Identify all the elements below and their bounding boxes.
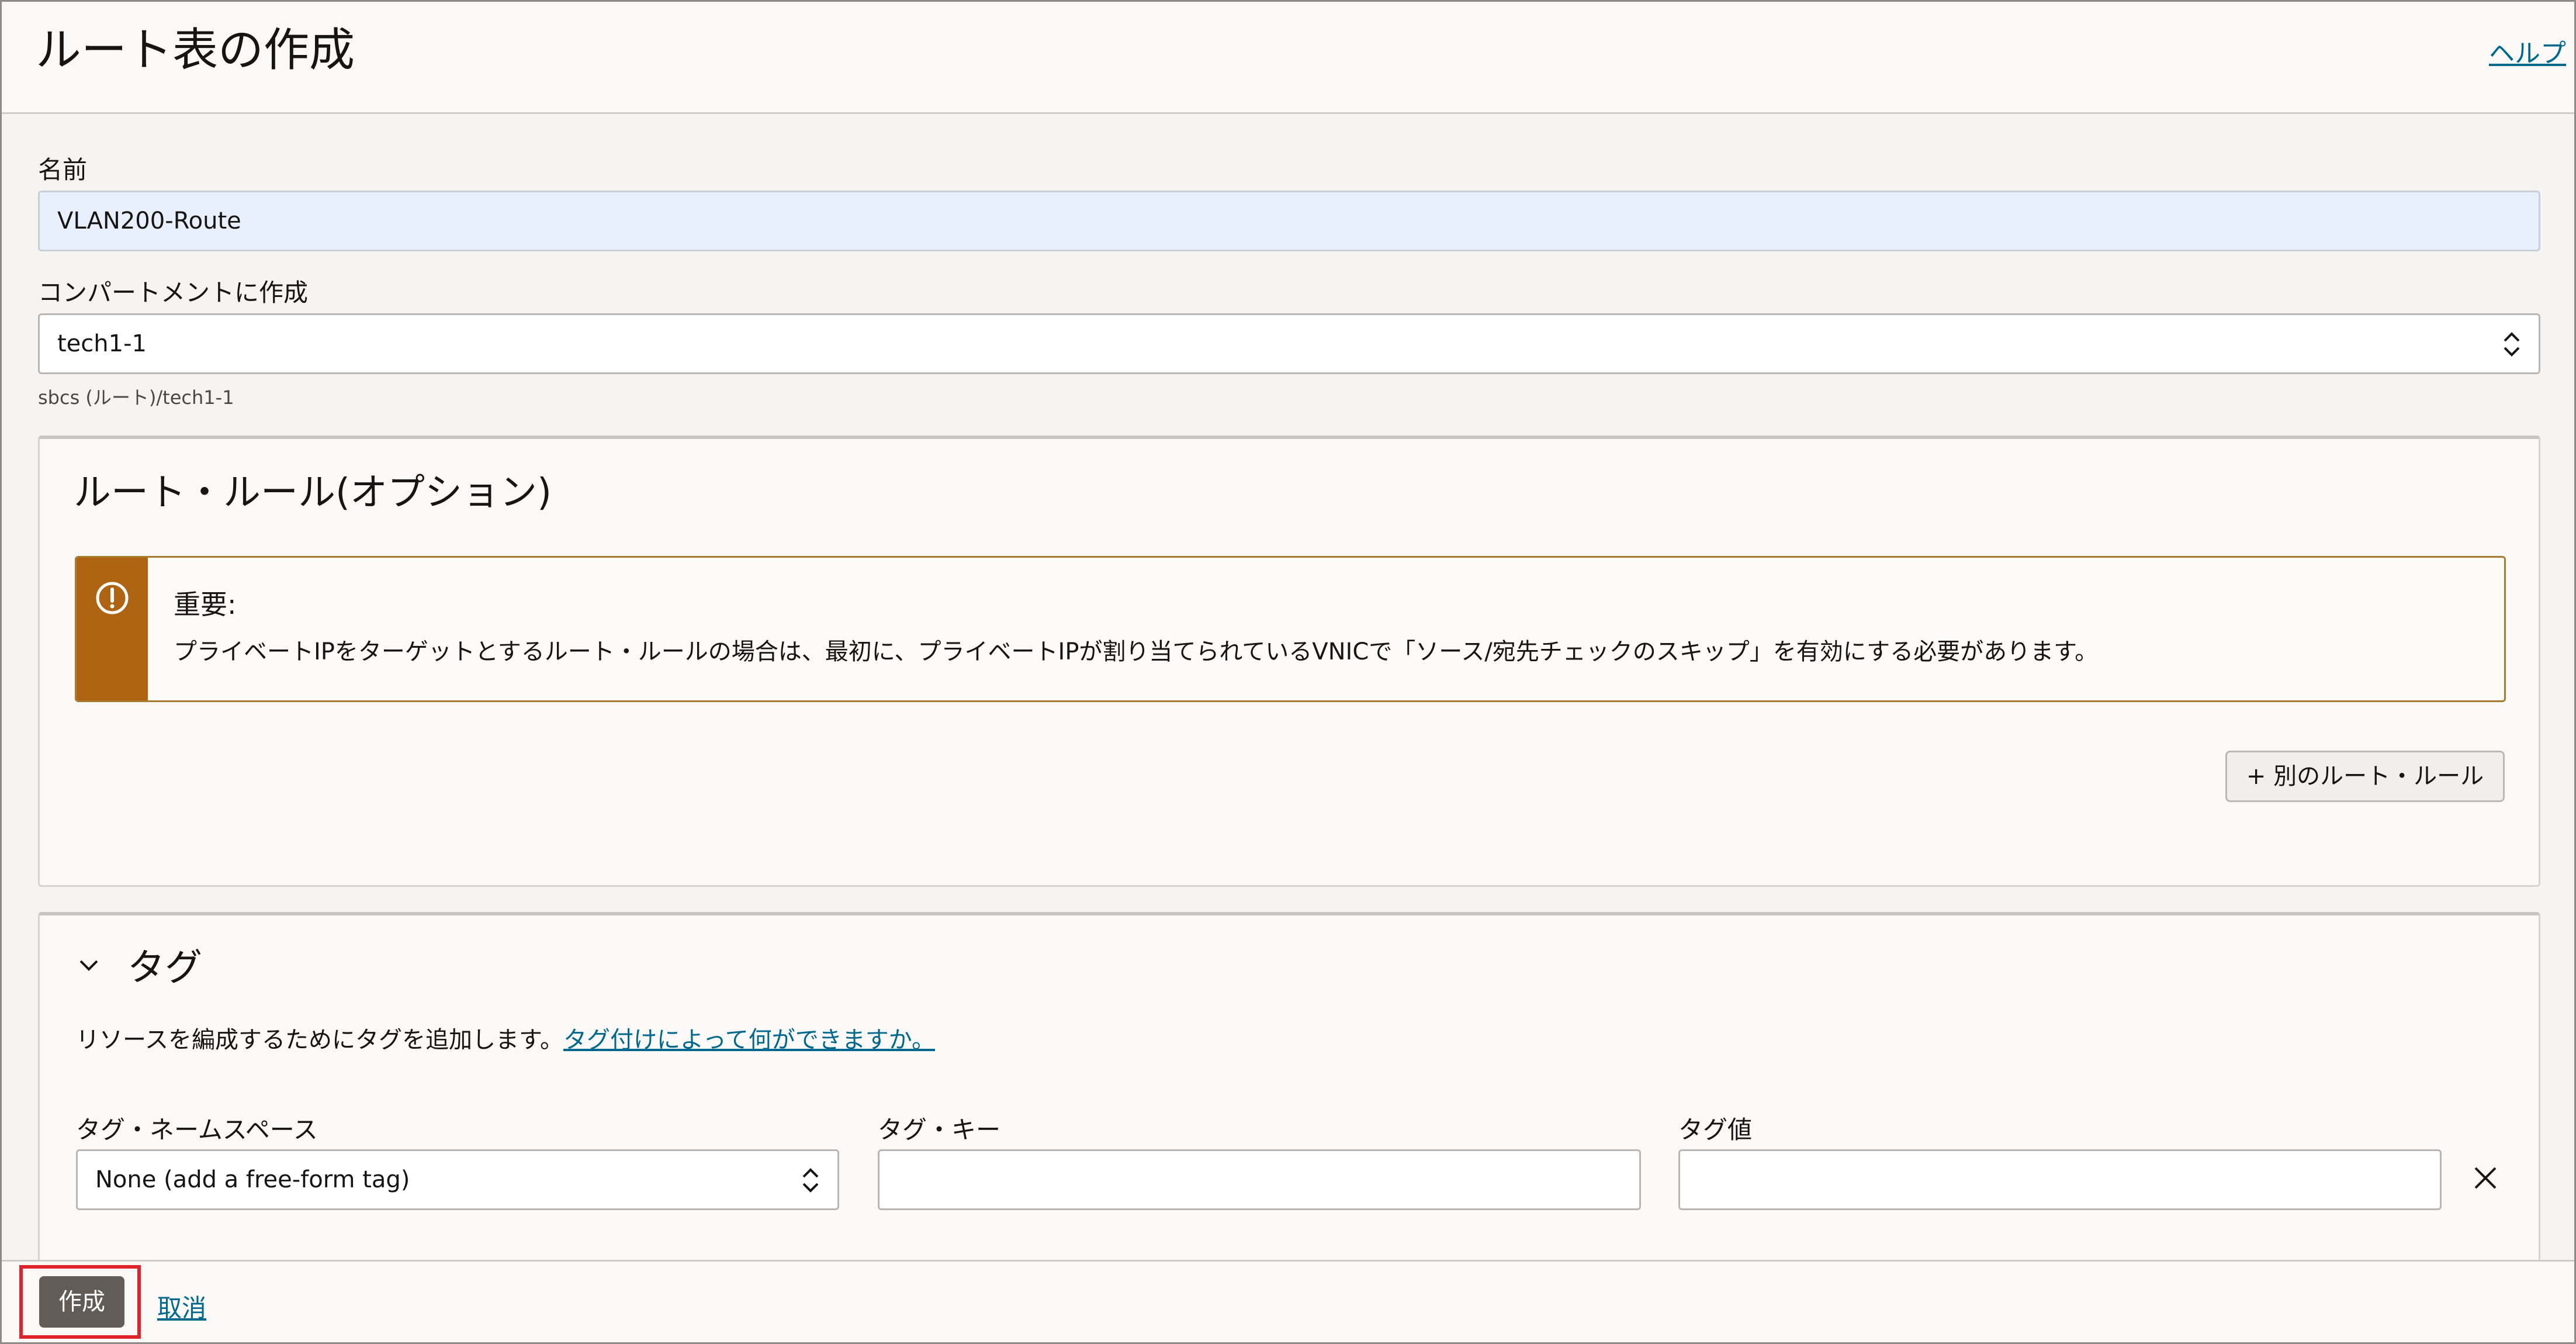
route-rules-section: ルート・ルール(オプション) 重要: プライベートIPをターゲットとするルート・… (38, 436, 2540, 887)
collapse-chevron-icon[interactable] (76, 952, 102, 977)
tag-namespace-value: None (add a free-form tag) (95, 1166, 410, 1193)
route-rules-title: ルート・ルール(オプション) (74, 471, 552, 514)
compartment-path: sbcs (ルート)/tech1-1 (38, 386, 234, 409)
select-chevron-icon (802, 1168, 819, 1193)
tags-help-link[interactable]: タグ付けによって何ができますか。 (563, 1027, 935, 1053)
tag-value-input[interactable] (1678, 1149, 2442, 1210)
add-route-rule-button[interactable]: + 別のルート・ルール (2225, 751, 2505, 802)
compartment-value: tech1-1 (57, 330, 147, 357)
create-route-table-panel: ルート表の作成 ヘルプ 名前 VLAN200-Route コンパートメントに作成… (0, 0, 2576, 1344)
panel-header: ルート表の作成 ヘルプ (2, 2, 2574, 114)
warning-alert: 重要: プライベートIPをターゲットとするルート・ルールの場合は、最初に、プライ… (75, 556, 2506, 702)
alert-text: プライベートIPをターゲットとするルート・ルールの場合は、最初に、プライベートI… (174, 638, 2099, 665)
panel-footer: 作成 取消 (2, 1260, 2574, 1342)
compartment-select[interactable]: tech1-1 (38, 313, 2540, 374)
tag-namespace-label: タグ・ネームスペース (76, 1115, 318, 1144)
compartment-label: コンパートメントに作成 (38, 278, 309, 307)
tags-title: タグ (127, 946, 202, 990)
name-label: 名前 (38, 156, 88, 184)
page-title: ルート表の作成 (36, 24, 355, 77)
tag-key-input[interactable] (878, 1149, 1641, 1210)
tags-description-text: リソースを編成するためにタグを追加します。 (76, 1027, 563, 1053)
help-link[interactable]: ヘルプ (2489, 32, 2566, 70)
alert-bar (77, 558, 148, 700)
create-button[interactable]: 作成 (39, 1276, 124, 1328)
cancel-link[interactable]: 取消 (157, 1288, 206, 1324)
name-input[interactable]: VLAN200-Route (38, 191, 2540, 251)
alert-icon (96, 582, 129, 614)
tags-description: リソースを編成するためにタグを追加します。タグ付けによって何ができますか。 (76, 1021, 935, 1055)
alert-title: 重要: (174, 589, 237, 620)
tag-value-label: タグ値 (1678, 1115, 1753, 1144)
tag-namespace-select[interactable]: None (add a free-form tag) (76, 1149, 839, 1210)
tag-key-label: タグ・キー (878, 1115, 1001, 1144)
select-chevron-icon (2504, 332, 2520, 357)
close-icon[interactable] (2471, 1163, 2500, 1193)
form-content: 名前 VLAN200-Route コンパートメントに作成 tech1-1 sbc… (2, 114, 2574, 1333)
